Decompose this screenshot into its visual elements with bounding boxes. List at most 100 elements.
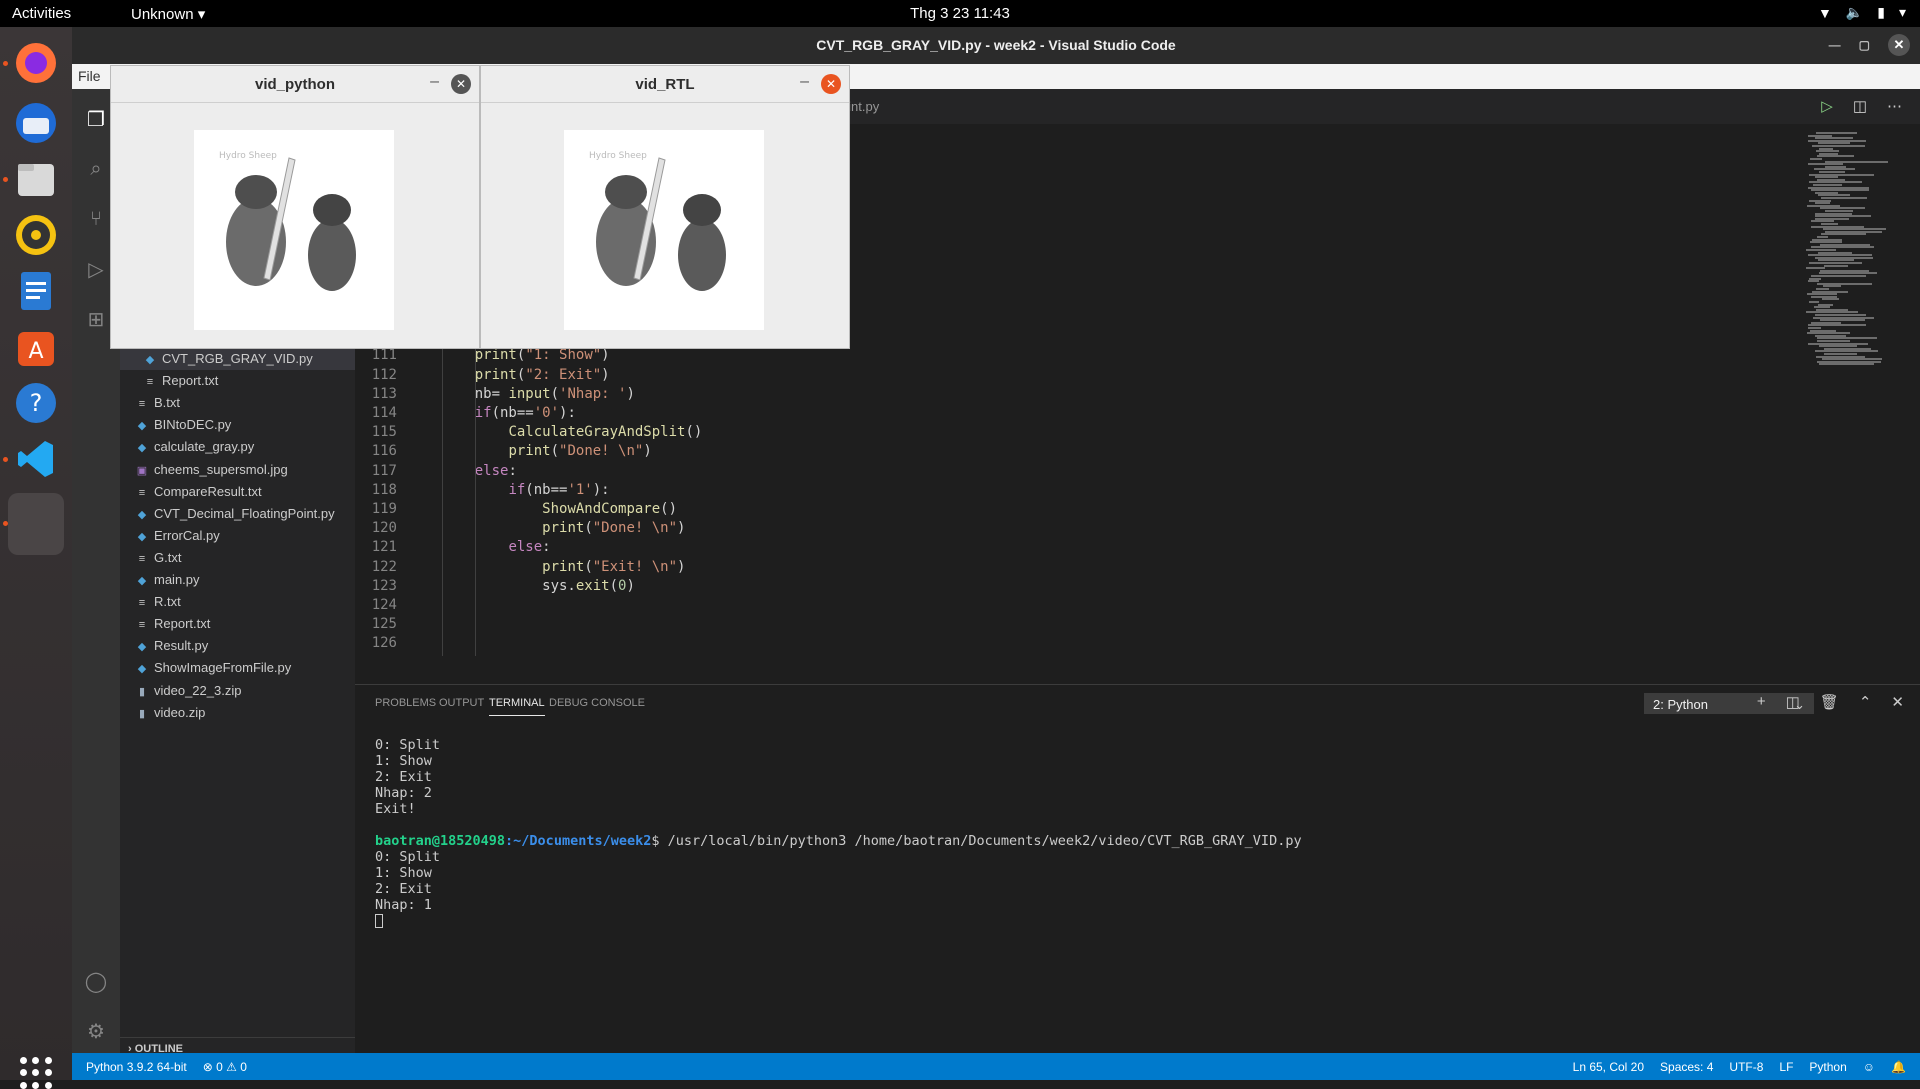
end-of-line[interactable]: LF bbox=[1779, 1060, 1793, 1074]
explorer-file-item[interactable]: ▣ cheems_supersmol.jpg bbox=[120, 459, 355, 481]
explorer-file-item[interactable]: ≡ R.txt bbox=[120, 591, 355, 613]
tab-terminal[interactable]: TERMINAL bbox=[489, 697, 545, 716]
explorer-file-item[interactable]: ≡ Report.txt bbox=[120, 613, 355, 635]
dock-rhythmbox[interactable] bbox=[8, 207, 64, 263]
dock-firefox[interactable] bbox=[8, 35, 64, 91]
minimap[interactable] bbox=[1806, 132, 1906, 382]
source-control-icon[interactable]: ⑂ bbox=[82, 205, 110, 233]
split-terminal-icon[interactable]: ◫ bbox=[1786, 693, 1800, 711]
tab-debug-console[interactable]: DEBUG CONSOLE bbox=[549, 697, 645, 709]
explorer-file-item[interactable]: ▮ video.zip bbox=[120, 702, 355, 724]
extensions-icon[interactable]: ⊞ bbox=[82, 305, 110, 333]
python-file-icon: ◆ bbox=[137, 575, 147, 587]
explorer-file-item[interactable]: ▮ video_22_3.zip bbox=[120, 680, 355, 702]
text-file-icon: ≡ bbox=[146, 376, 154, 389]
vid-python-window[interactable]: vid_python – ✕ Hydro Sheep bbox=[110, 65, 480, 349]
dock-software[interactable]: A bbox=[8, 319, 64, 375]
explorer-file-item[interactable]: ≡ G.txt bbox=[120, 547, 355, 569]
account-icon[interactable]: ◯ bbox=[82, 967, 110, 995]
line-number: 118 bbox=[371, 481, 397, 498]
dock-files[interactable] bbox=[8, 151, 64, 207]
vid-python-title: vid_python bbox=[254, 76, 335, 93]
menu-file[interactable]: File bbox=[78, 68, 101, 84]
code-text: sys.exit(0) bbox=[441, 577, 635, 594]
explorer-file-item[interactable]: ◆ calculate_gray.py bbox=[120, 436, 355, 458]
close-icon[interactable]: ✕ bbox=[1888, 34, 1910, 56]
problems-count[interactable]: ⊗ 0 ⚠ 0 bbox=[203, 1060, 247, 1074]
zip-file-icon: ▮ bbox=[138, 707, 146, 720]
minimize-icon[interactable]: – bbox=[800, 73, 809, 91]
dock-opencv-window[interactable] bbox=[8, 493, 64, 555]
minimize-icon[interactable]: — bbox=[1829, 38, 1841, 52]
close-icon[interactable]: ✕ bbox=[451, 74, 471, 94]
code-line: 115 CalculateGrayAndSplit() bbox=[355, 423, 1755, 442]
language-mode[interactable]: Python bbox=[1809, 1060, 1846, 1074]
firefox-icon bbox=[16, 43, 56, 83]
tab-problems[interactable]: PROBLEMS bbox=[375, 697, 436, 709]
dock-thunderbird[interactable] bbox=[8, 95, 64, 151]
python-file-icon: ◆ bbox=[137, 641, 147, 654]
python-interpreter[interactable]: Python 3.9.2 64-bit bbox=[86, 1060, 187, 1074]
vid-rtl-header[interactable]: vid_RTL – ✕ bbox=[481, 66, 849, 103]
app-menu[interactable]: Unknown ▾ bbox=[131, 5, 205, 23]
maximize-icon[interactable]: ▢ bbox=[1859, 38, 1870, 52]
vid-python-header[interactable]: vid_python – ✕ bbox=[111, 66, 479, 103]
explorer-file-item[interactable]: ≡ Report.txt bbox=[120, 370, 355, 392]
notifications-icon[interactable]: 🔔 bbox=[1891, 1060, 1906, 1074]
explorer-file-item[interactable]: ◆ BINtoDEC.py bbox=[120, 414, 355, 436]
new-terminal-icon[interactable]: + bbox=[1757, 693, 1766, 711]
show-applications-icon[interactable] bbox=[20, 1057, 52, 1089]
volume-icon: 🔈 bbox=[1845, 4, 1864, 20]
explorer-file-item[interactable]: ◆ ShowImageFromFile.py bbox=[120, 657, 355, 679]
dock-writer[interactable] bbox=[8, 263, 64, 319]
system-tray[interactable]: ▼ 🔈 ▮ ▾ bbox=[1818, 4, 1906, 21]
explorer-file-label: CVT_Decimal_FloatingPoint.py bbox=[154, 505, 335, 521]
explorer-file-label: main.py bbox=[154, 572, 200, 587]
explorer-file-label: Report.txt bbox=[154, 616, 211, 632]
code-text: print("1: Show") bbox=[474, 347, 610, 364]
trash-icon[interactable]: 🗑 bbox=[1820, 693, 1839, 711]
vid-rtl-window[interactable]: vid_RTL – ✕ Hydro Sheep bbox=[480, 65, 850, 349]
explorer-file-item[interactable]: ◆ main.py bbox=[120, 569, 355, 591]
close-icon[interactable]: ✕ bbox=[821, 74, 841, 94]
explorer-file-item[interactable]: ◆ Result.py bbox=[120, 635, 355, 657]
cursor-position[interactable]: Ln 65, Col 20 bbox=[1573, 1060, 1644, 1074]
svg-text:A: A bbox=[28, 339, 43, 364]
dock-help[interactable]: ? bbox=[8, 375, 64, 431]
terminal-output[interactable]: 0: Split 1: Show 2: Exit Nhap: 2 Exit! b… bbox=[375, 737, 1302, 929]
running-indicator bbox=[3, 457, 8, 462]
run-debug-icon[interactable]: ▷ bbox=[82, 255, 110, 283]
explorer-file-item[interactable]: ≡ CompareResult.txt bbox=[120, 481, 355, 503]
explorer-file-item[interactable]: ◆ CVT_RGB_GRAY_VID.py bbox=[120, 348, 355, 370]
bottom-panel: PROBLEMS OUTPUT TERMINAL DEBUG CONSOLE 2… bbox=[355, 684, 1920, 1053]
indentation[interactable]: Spaces: 4 bbox=[1660, 1060, 1713, 1074]
clock[interactable]: Thg 3 23 11:43 bbox=[910, 5, 1010, 22]
dock-vscode[interactable] bbox=[8, 431, 64, 487]
settings-gear-icon[interactable]: ⚙ bbox=[82, 1017, 110, 1045]
feedback-icon[interactable]: ☺ bbox=[1863, 1060, 1875, 1074]
close-panel-icon[interactable]: ✕ bbox=[1891, 693, 1904, 711]
encoding[interactable]: UTF-8 bbox=[1729, 1060, 1763, 1074]
python-file-icon: ◆ bbox=[137, 508, 147, 521]
text-file-icon: ≡ bbox=[138, 398, 146, 411]
maximize-panel-icon[interactable]: ⌃ bbox=[1859, 693, 1872, 711]
minimize-icon[interactable]: – bbox=[430, 73, 439, 91]
explorer-file-item[interactable]: ◆ ErrorCal.py bbox=[120, 525, 355, 547]
tab-output[interactable]: OUTPUT bbox=[439, 697, 484, 709]
run-icon[interactable]: ▷ bbox=[1821, 97, 1833, 115]
explorer-icon[interactable]: ❐ bbox=[82, 105, 110, 133]
svg-text:?: ? bbox=[30, 389, 43, 417]
explorer-file-label: video.zip bbox=[154, 704, 206, 720]
explorer-file-item[interactable]: ◆ CVT_Decimal_FloatingPoint.py bbox=[120, 503, 355, 525]
battery-icon: ▮ bbox=[1877, 4, 1885, 20]
activities-button[interactable]: Activities bbox=[12, 5, 71, 22]
explorer-file-item[interactable]: ≡ B.txt bbox=[120, 392, 355, 414]
split-editor-icon[interactable]: ◫ bbox=[1853, 97, 1867, 115]
line-number: 126 bbox=[371, 635, 397, 652]
watermark-text: Hydro Sheep bbox=[219, 151, 277, 161]
more-actions-icon[interactable]: ⋯ bbox=[1887, 97, 1902, 115]
explorer-file-label: CompareResult.txt bbox=[154, 483, 262, 499]
search-icon[interactable]: ⌕ bbox=[82, 155, 110, 183]
code-line: 117 else: bbox=[355, 462, 1755, 481]
wifi-icon: ▼ bbox=[1817, 4, 1832, 21]
